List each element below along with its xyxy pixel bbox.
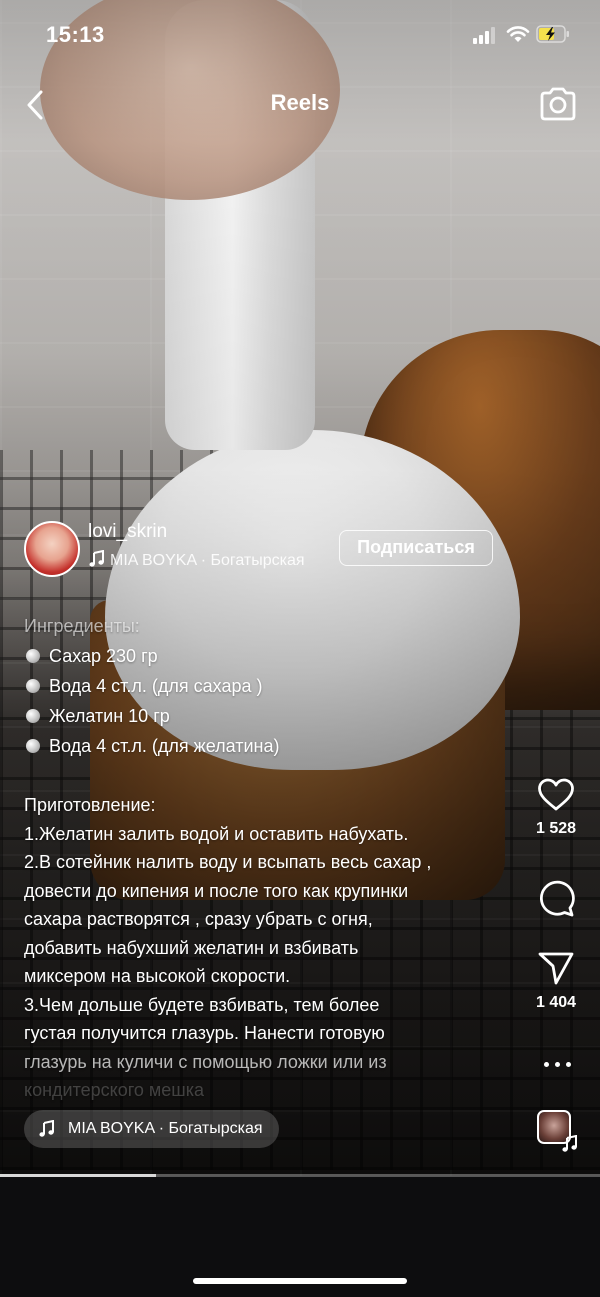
home-indicator[interactable] [193, 1278, 407, 1284]
bullet-icon [26, 739, 40, 753]
bullet-icon [26, 709, 40, 723]
prep-line: добавить набухший желатин и взбивать [24, 937, 359, 958]
list-item: Вода 4 ст.л. (для желатина) [24, 731, 504, 761]
like-count: 1 528 [535, 820, 577, 837]
battery-charging-icon [536, 25, 569, 43]
camera-icon[interactable] [538, 86, 578, 122]
avatar[interactable] [24, 521, 80, 577]
audio-pill[interactable]: MIA BOYKA · Богатырская [24, 1110, 279, 1148]
prep-line: кондитерского мешка [24, 1080, 205, 1100]
list-item: Вода 4 ст.л. (для сахара ) [24, 671, 504, 701]
share-count: 1 404 [535, 994, 577, 1011]
prep-line: миксером на высокой скорости. [24, 966, 291, 986]
like-action[interactable]: 1 528 [526, 778, 586, 838]
playback-progress-fill [0, 1174, 156, 1177]
audio-pill-label: MIA BOYKA · Богатырская [68, 1120, 263, 1137]
prep-line: 3.Чем дольше будете взбивать, тем более [24, 994, 380, 1015]
bullet-icon [26, 679, 40, 693]
comment-action[interactable] [526, 878, 586, 918]
prep-line: сахара растворятся , сразу убрать с огня… [24, 909, 373, 929]
heart-icon[interactable] [537, 778, 575, 812]
author-audio[interactable]: MIA BOYKA · Богатырская [88, 550, 305, 570]
caption-preparation[interactable]: Приготовление: 1.Желатин залить водой и … [24, 791, 514, 1105]
list-item: Желатин 10 гр [24, 701, 504, 731]
playback-progress[interactable] [0, 1174, 600, 1177]
prep-line: 1.Желатин залить водой и оставить набуха… [24, 823, 409, 844]
wifi-icon [506, 26, 530, 42]
prep-title: Приготовление: [24, 795, 156, 815]
list-item: Сахар 230 гр [24, 641, 504, 671]
music-note-icon [89, 550, 104, 567]
prep-line: густая получится глазурь. Нанести готову… [24, 1023, 385, 1043]
status-time: 15:13 [46, 22, 105, 47]
send-icon[interactable] [537, 950, 575, 986]
cellular-signal-icon [473, 26, 499, 44]
share-action[interactable]: 1 404 [526, 950, 586, 1012]
status-bar: 15:13 [0, 0, 600, 70]
author-audio-label: MIA BOYKA · Богатырская [110, 552, 305, 569]
bullet-icon [26, 649, 40, 663]
music-note-icon [562, 1135, 577, 1152]
author-username[interactable]: lovi_skrin [88, 521, 167, 543]
subscribe-button[interactable]: Подписаться [339, 530, 493, 566]
ingredients-title: Ингредиенты: [24, 616, 140, 636]
prep-line: довести до кипения и после того как круп… [24, 880, 409, 901]
more-horizontal-icon[interactable] [543, 1058, 573, 1072]
caption-ingredients: Ингредиенты: Сахар 230 гр Вода 4 ст.л. (… [24, 611, 504, 761]
comment-icon[interactable] [536, 878, 576, 918]
prep-line: глазурь на куличи с помощью ложки или из [24, 1051, 387, 1072]
prep-line: 2.В сотейник налить воду и всыпать весь … [24, 852, 432, 872]
page-title: Reels [270, 90, 330, 115]
music-note-icon [39, 1120, 54, 1137]
